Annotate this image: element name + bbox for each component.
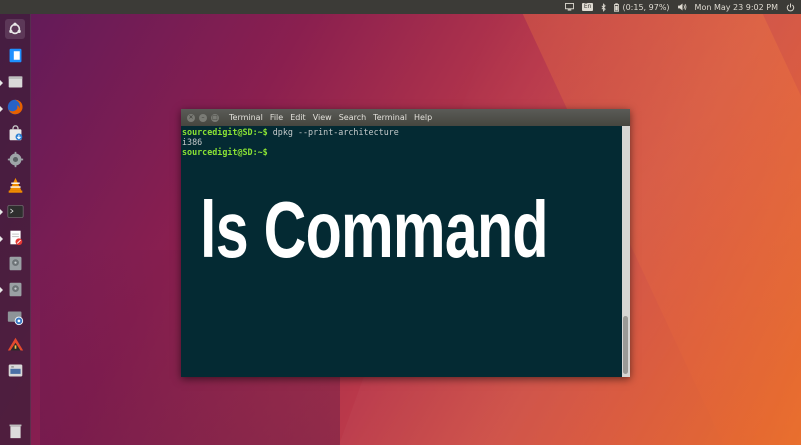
output-text: i386 [182,137,203,148]
keyboard-indicator[interactable]: En [581,0,594,14]
speaker-icon [677,3,686,11]
close-button[interactable]: ✕ [187,113,195,122]
minimize-icon: – [201,113,205,121]
battery-text: (0:15, 97%) [622,2,670,12]
launcher-item-software-center[interactable] [5,123,25,143]
maximize-icon: □ [212,113,218,121]
launcher-item-disk[interactable] [5,253,25,273]
terminal-line: sourcedigit@SD:~$ dpkg --print-architect… [182,127,622,137]
terminal-line: i386 [182,137,622,147]
shell-prompt: sourcedigit@SD:~$ [182,127,268,137]
launcher-item-settings[interactable] [5,149,25,169]
disk-icon [9,256,21,270]
maximize-button[interactable]: □ [211,113,219,122]
menu-search[interactable]: Search [339,113,366,122]
shell-prompt: sourcedigit@SD:~$ [182,147,268,158]
close-icon: ✕ [188,113,194,121]
launcher-item-vlc[interactable] [5,175,25,195]
trash-icon [9,424,21,438]
launcher-item-warning-app[interactable] [5,334,25,354]
running-pip [0,209,3,215]
terminal-titlebar[interactable]: ✕ – □ Terminal File Edit View Search Ter… [181,109,630,126]
session-menu[interactable] [786,0,795,14]
screenshot-tool-icon [7,311,23,325]
running-pip [0,106,3,112]
launcher-item-files-app[interactable] [5,45,25,65]
launcher-item-drive[interactable] [5,360,25,380]
launcher-item-trash[interactable] [5,420,25,440]
volume-indicator[interactable] [677,0,687,14]
software-center-icon [9,124,22,140]
battery-icon [614,2,620,12]
terminal-icon [7,204,23,218]
menu-edit[interactable]: Edit [290,113,306,122]
launcher-item-dash[interactable] [5,19,25,39]
monitor-icon [564,3,574,11]
command-text: dpkg --print-architecture [267,127,399,137]
launcher-item-terminal[interactable] [5,201,25,221]
menu-view[interactable]: View [313,113,332,122]
menu-terminal[interactable]: Terminal [373,113,407,122]
file-manager-icon [8,75,22,87]
drive-icon [8,364,22,376]
power-icon [786,2,795,11]
ubuntu-logo-icon [9,22,21,35]
warning-app-icon [7,337,23,350]
window-title: Terminal [229,113,263,122]
files-app-icon [9,48,21,62]
launcher-item-screenshot[interactable] [5,307,25,327]
terminal-line: sourcedigit@SD:~$ [182,147,622,157]
display-indicator[interactable] [564,0,574,14]
bluetooth-indicator[interactable] [601,0,607,14]
launcher-item-disk-2[interactable] [5,279,25,299]
firefox-icon [7,99,23,115]
scrollbar-thumb[interactable] [623,316,628,374]
clock[interactable]: Mon May 23 9:02 PM [695,0,778,14]
battery-indicator[interactable]: (0:15, 97%) [614,0,670,14]
bluetooth-icon [602,2,607,12]
launcher-item-file-manager[interactable] [5,71,25,91]
minimize-button[interactable]: – [199,113,207,122]
overlay-title: ls Command [200,185,549,274]
running-pip [0,80,3,86]
vlc-icon [8,177,22,193]
terminal-scrollbar[interactable] [622,126,630,377]
menu-file[interactable]: File [270,113,283,122]
launcher [0,14,31,445]
running-pip [0,236,3,242]
top-panel: En (0:15, 97%) Mon May 23 9:02 PM [0,0,801,14]
launcher-item-text-editor[interactable] [5,227,25,247]
text-editor-icon [9,230,22,245]
datetime-text: Mon May 23 9:02 PM [694,2,778,12]
keyboard-layout-badge: En [581,3,594,11]
launcher-item-firefox[interactable] [5,97,25,117]
settings-icon [7,151,23,167]
disk-icon-2 [9,282,21,296]
running-pip [0,287,3,293]
menu-help[interactable]: Help [414,113,432,122]
